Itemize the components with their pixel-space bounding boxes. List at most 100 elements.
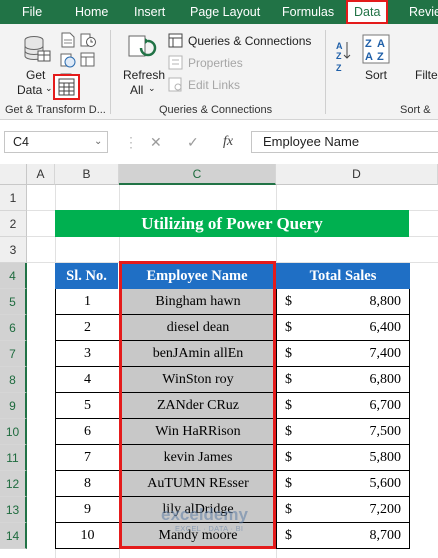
currency-symbol: $ [285, 320, 292, 335]
properties-icon [168, 55, 183, 70]
formula-input[interactable]: Employee Name [251, 131, 438, 153]
svg-text:Z: Z [336, 51, 342, 61]
sl-no-cell[interactable]: 6 [55, 419, 119, 445]
properties-label: Properties [188, 56, 243, 70]
sl-no-cell[interactable]: 2 [55, 315, 119, 341]
sheet-title[interactable]: Utilizing of Power Query [55, 210, 409, 237]
from-table-range-button[interactable] [53, 74, 80, 100]
svg-text:Z: Z [377, 51, 384, 63]
row-header-2[interactable]: 2 [0, 211, 27, 237]
sl-no-cell[interactable]: 4 [55, 367, 119, 393]
currency-symbol: $ [285, 372, 292, 387]
svg-text:A: A [336, 41, 343, 51]
sl-no-cell[interactable]: 3 [55, 341, 119, 367]
currency-symbol: $ [285, 346, 292, 361]
column-header-d[interactable]: D [276, 164, 438, 185]
row-header-13[interactable]: 13 [0, 497, 27, 523]
row-header-12[interactable]: 12 [0, 471, 27, 497]
currency-symbol: $ [285, 476, 292, 491]
sales-amount: 7,200 [369, 502, 402, 517]
row-header-10[interactable]: 10 [0, 419, 27, 445]
sales-amount: 6,400 [369, 320, 402, 335]
total-sales-cell[interactable]: $7,200 [276, 497, 410, 523]
sales-amount: 6,700 [369, 398, 402, 413]
chevron-down-icon: ⌄ [148, 83, 156, 93]
column-header-b[interactable]: B [55, 164, 119, 185]
total-sales-cell[interactable]: $5,800 [276, 445, 410, 471]
table-icon [58, 78, 75, 96]
watermark-tagline: EXCEL · DATA · BI [175, 524, 244, 533]
queries-icon [168, 33, 183, 48]
tab-home[interactable]: Home [75, 0, 108, 24]
sl-no-cell[interactable]: 9 [55, 497, 119, 523]
row-header-8[interactable]: 8 [0, 367, 27, 393]
group-separator [110, 30, 111, 114]
row-header-7[interactable]: 7 [0, 341, 27, 367]
total-sales-cell[interactable]: $5,600 [276, 471, 410, 497]
select-all-corner[interactable] [0, 164, 27, 185]
row-header-1[interactable]: 1 [0, 185, 27, 211]
row-header-9[interactable]: 9 [0, 393, 27, 419]
total-sales-cell[interactable]: $8,800 [276, 289, 410, 315]
sl-no-cell[interactable]: 10 [55, 523, 119, 549]
currency-symbol: $ [285, 450, 292, 465]
total-sales-cell[interactable]: $6,700 [276, 393, 410, 419]
sales-amount: 5,800 [369, 450, 402, 465]
watermark-logo: exceldemy [161, 505, 248, 524]
total-sales-cell[interactable]: $7,500 [276, 419, 410, 445]
filter-label[interactable]: Filte [415, 68, 438, 82]
cancel-icon[interactable]: ✕ [150, 131, 162, 153]
drag-handle-icon[interactable]: ⋮ [124, 131, 138, 153]
total-sales-cell[interactable]: $8,700 [276, 523, 410, 549]
row-header-6[interactable]: 6 [0, 315, 27, 341]
sales-amount: 6,800 [369, 372, 402, 387]
sales-amount: 7,500 [369, 424, 402, 439]
total-sales-cell[interactable]: $6,800 [276, 367, 410, 393]
insert-function-icon[interactable]: fx [223, 131, 233, 153]
refresh-label-1: Refresh [123, 68, 166, 82]
recent-sources-icon[interactable] [80, 32, 96, 48]
currency-symbol: $ [285, 424, 292, 439]
sl-no-cell[interactable]: 5 [55, 393, 119, 419]
ribbon-tab-bar: File Home Insert Page Layout Formulas Da… [0, 0, 438, 24]
sales-amount: 8,800 [369, 294, 402, 309]
sl-no-cell[interactable]: 7 [55, 445, 119, 471]
table-header-total-sales[interactable]: Total Sales [276, 263, 410, 289]
total-sales-cell[interactable]: $6,400 [276, 315, 410, 341]
sales-amount: 7,400 [369, 346, 402, 361]
database-icon [24, 36, 51, 62]
tab-review[interactable]: Revie [409, 0, 438, 24]
name-box-chevron-icon[interactable]: ⌄ [94, 131, 102, 153]
existing-connections-icon[interactable] [80, 52, 96, 68]
total-sales-cell[interactable]: $7,400 [276, 341, 410, 367]
currency-symbol: $ [285, 398, 292, 413]
sort-icon: Z A A Z [362, 34, 390, 64]
row-header-14[interactable]: 14 [0, 523, 27, 549]
sort-az-icon[interactable]: A Z Z [334, 38, 352, 78]
tab-formulas[interactable]: Formulas [282, 0, 334, 24]
get-data-label-1: Get [26, 68, 46, 82]
tab-data[interactable]: Data [346, 0, 389, 24]
tab-file[interactable]: File [22, 0, 42, 24]
svg-text:Z: Z [336, 63, 342, 73]
svg-text:A: A [377, 38, 385, 50]
tab-page-layout[interactable]: Page Layout [190, 0, 260, 24]
sales-amount: 8,700 [369, 528, 402, 543]
row-header-11[interactable]: 11 [0, 445, 27, 471]
column-header-a[interactable]: A [27, 164, 55, 185]
table-header-sl-no[interactable]: Sl. No. [55, 263, 119, 289]
sl-no-cell[interactable]: 8 [55, 471, 119, 497]
name-box[interactable]: C4 [4, 131, 108, 153]
from-web-icon[interactable] [60, 52, 76, 68]
row-header-3[interactable]: 3 [0, 237, 27, 263]
edit-links-icon [168, 77, 182, 92]
from-text-csv-icon[interactable] [60, 32, 76, 48]
sl-no-cell[interactable]: 1 [55, 289, 119, 315]
row-header-5[interactable]: 5 [0, 289, 27, 315]
group-label-queries: Queries & Connections [159, 104, 273, 116]
enter-icon[interactable]: ✓ [187, 131, 199, 153]
column-header-c[interactable]: C [119, 164, 276, 185]
group-separator [325, 30, 326, 114]
tab-insert[interactable]: Insert [134, 0, 165, 24]
row-header-4[interactable]: 4 [0, 263, 27, 289]
